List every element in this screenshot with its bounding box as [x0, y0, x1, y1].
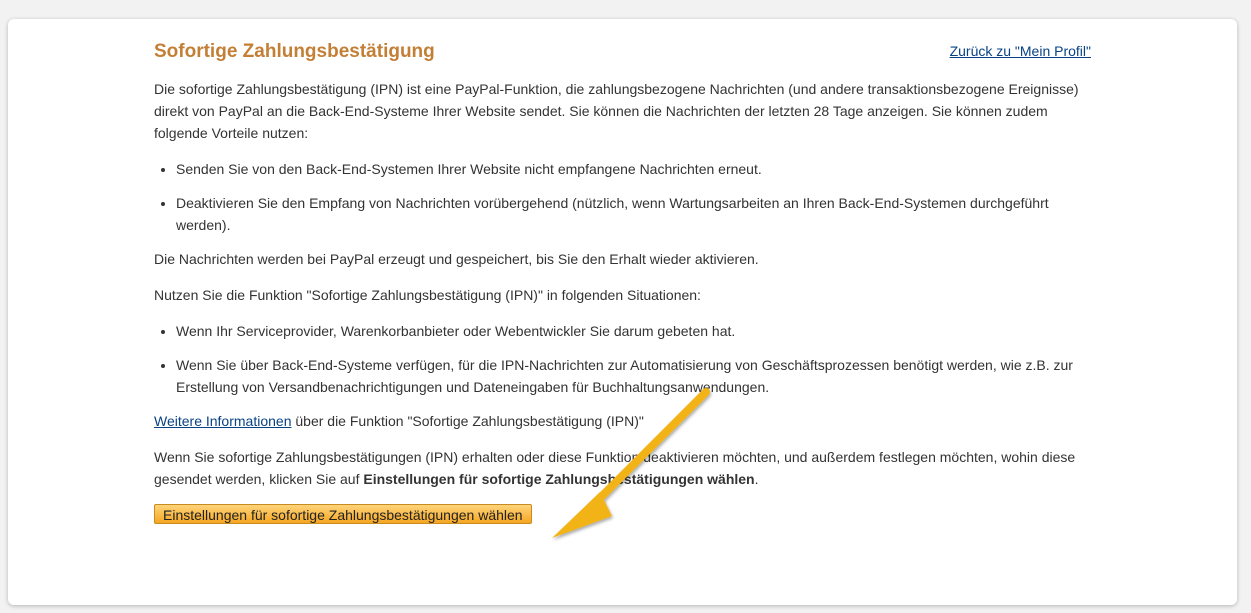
more-info-link[interactable]: Weitere Informationen: [154, 413, 291, 429]
benefits-list: Senden Sie von den Back-End-Systemen Ihr…: [154, 158, 1091, 236]
situations-list: Wenn Ihr Serviceprovider, Warenkorbanbie…: [154, 320, 1091, 398]
list-item: Wenn Sie über Back-End-Systeme verfügen,…: [176, 354, 1091, 398]
instruction-suffix: .: [754, 471, 759, 487]
list-item: Wenn Ihr Serviceprovider, Warenkorbanbie…: [176, 320, 1091, 342]
back-to-profile-link[interactable]: Zurück zu "Mein Profil": [950, 40, 1091, 62]
main-content: Sofortige Zahlungsbestätigung Zurück zu …: [154, 40, 1091, 526]
settings-instruction: Wenn Sie sofortige Zahlungsbestätigungen…: [154, 446, 1091, 490]
more-info-suffix: über die Funktion "Sofortige Zahlungsbes…: [291, 413, 644, 429]
storage-note: Die Nachrichten werden bei PayPal erzeug…: [154, 251, 759, 267]
more-info-line: Weitere Informationen über die Funktion …: [154, 410, 1091, 432]
usage-intro: Nutzen Sie die Funktion "Sofortige Zahlu…: [154, 287, 701, 303]
choose-ipn-settings-button[interactable]: Einstellungen für sofortige Zahlungsbest…: [154, 504, 532, 524]
intro-paragraph: Die sofortige Zahlungsbestätigung (IPN) …: [154, 81, 1079, 141]
list-item: Deaktivieren Sie den Empfang von Nachric…: [176, 192, 1091, 236]
instruction-bold-text: Einstellungen für sofortige Zahlungsbest…: [363, 471, 755, 487]
list-item: Senden Sie von den Back-End-Systemen Ihr…: [176, 158, 1091, 180]
